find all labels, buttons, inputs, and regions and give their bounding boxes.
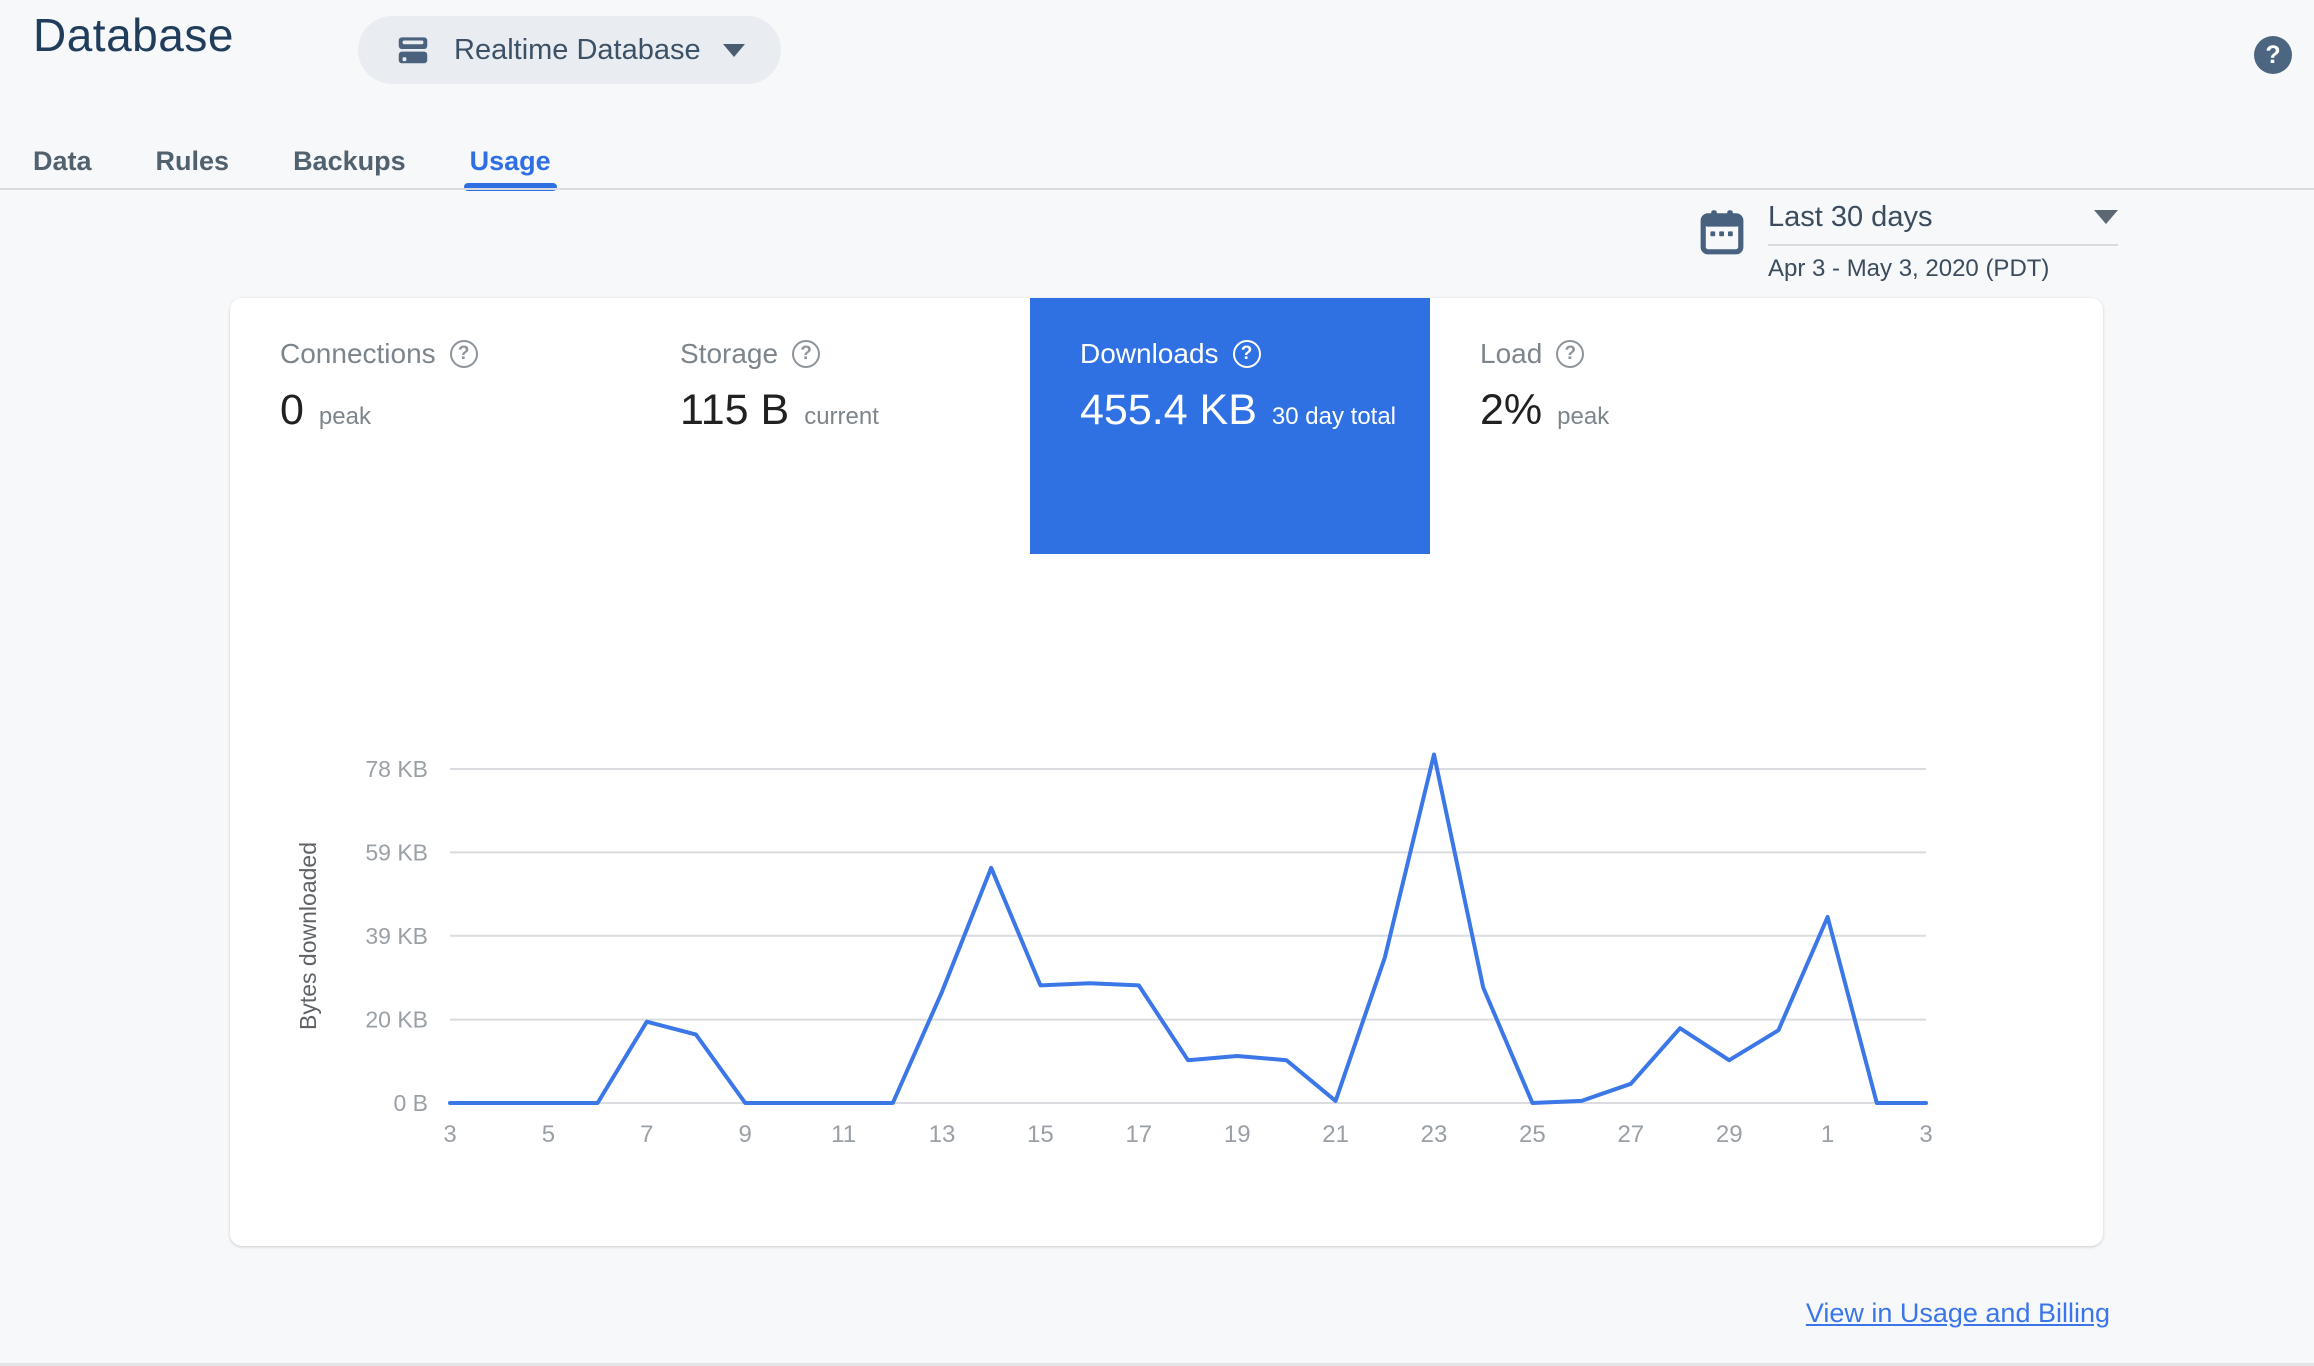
chevron-down-icon [2094, 210, 2118, 224]
metric-unit: peak [318, 403, 371, 430]
svg-text:78 KB: 78 KB [365, 756, 428, 782]
date-range-detail: Apr 3 - May 3, 2020 (PDT) [1768, 255, 2050, 282]
tab-usage[interactable]: Usage [463, 134, 557, 191]
svg-text:19: 19 [1224, 1121, 1251, 1148]
svg-text:20 KB: 20 KB [365, 1007, 428, 1033]
svg-text:25: 25 [1519, 1121, 1546, 1148]
svg-text:3: 3 [1919, 1121, 1932, 1148]
metric-tile-downloads[interactable]: Downloads ? 455.4 KB 30 day total [1030, 298, 1430, 554]
metric-value: 2% [1480, 386, 1543, 434]
metric-tile-storage[interactable]: Storage ? 115 B current [630, 298, 1030, 554]
database-selector-label: Realtime Database [454, 33, 701, 66]
svg-text:39 KB: 39 KB [365, 923, 428, 949]
svg-text:3: 3 [443, 1121, 456, 1148]
svg-text:15: 15 [1027, 1121, 1054, 1148]
svg-text:5: 5 [542, 1121, 555, 1148]
metric-tile-connections[interactable]: Connections ? 0 peak [230, 298, 630, 554]
help-button[interactable]: ? [2254, 36, 2292, 74]
svg-text:23: 23 [1421, 1121, 1448, 1148]
usage-line-chart: 0 B 20 KB 39 KB 59 KB 78 KB Bytes downloaded 3… [295, 752, 1933, 1148]
date-range-dropdown[interactable]: Last 30 days Apr 3 - May 3, 2020 (PDT) [1768, 196, 2118, 283]
svg-text:27: 27 [1617, 1121, 1644, 1148]
database-selector-dropdown[interactable]: Realtime Database [358, 16, 781, 84]
metric-value: 115 B [680, 386, 790, 434]
tab-bar: Data Rules Backups Usage [33, 134, 557, 191]
tab-rules[interactable]: Rules [156, 134, 230, 189]
usage-card: Connections ? 0 peak Storage ? 115 B cur… [230, 298, 2103, 1246]
help-icon[interactable]: ? [449, 340, 478, 368]
metric-tile-load[interactable]: Load ? 2% peak [1430, 298, 1830, 554]
svg-text:11: 11 [831, 1121, 856, 1148]
tab-backups[interactable]: Backups [293, 134, 406, 189]
metric-label: Load [1480, 338, 1543, 369]
help-icon: ? [2265, 40, 2281, 69]
calendar-icon [1698, 206, 1746, 263]
svg-text:1: 1 [1821, 1121, 1834, 1148]
metric-label: Storage [680, 338, 779, 369]
svg-text:59 KB: 59 KB [365, 839, 428, 865]
tab-divider [0, 188, 2314, 190]
date-range-preset: Last 30 days [1768, 200, 1933, 233]
svg-text:0 B: 0 B [393, 1090, 428, 1116]
svg-text:29: 29 [1716, 1121, 1743, 1148]
tab-data[interactable]: Data [33, 134, 92, 189]
metric-value: 455.4 KB [1080, 386, 1257, 434]
svg-text:21: 21 [1322, 1121, 1349, 1148]
help-icon[interactable]: ? [792, 340, 821, 368]
metric-value: 0 [280, 386, 304, 434]
metric-tiles: Connections ? 0 peak Storage ? 115 B cur… [230, 298, 1830, 554]
page-title: Database [33, 9, 234, 61]
metric-unit: current [804, 403, 879, 430]
metric-label: Downloads [1080, 338, 1219, 369]
view-usage-billing-link[interactable]: View in Usage and Billing [1806, 1298, 2110, 1329]
metric-label: Connections [280, 338, 436, 369]
help-icon[interactable]: ? [1232, 340, 1261, 368]
metric-unit: 30 day total [1271, 403, 1397, 430]
svg-text:9: 9 [739, 1121, 752, 1148]
metric-unit: peak [1557, 403, 1610, 430]
svg-text:Bytes downloaded: Bytes downloaded [295, 842, 321, 1030]
svg-text:7: 7 [640, 1121, 653, 1148]
help-icon[interactable]: ? [1556, 340, 1585, 368]
svg-text:13: 13 [929, 1121, 956, 1148]
database-icon [394, 31, 432, 69]
svg-text:17: 17 [1125, 1121, 1152, 1148]
date-range-divider [1768, 244, 2118, 246]
chevron-down-icon [722, 43, 745, 57]
